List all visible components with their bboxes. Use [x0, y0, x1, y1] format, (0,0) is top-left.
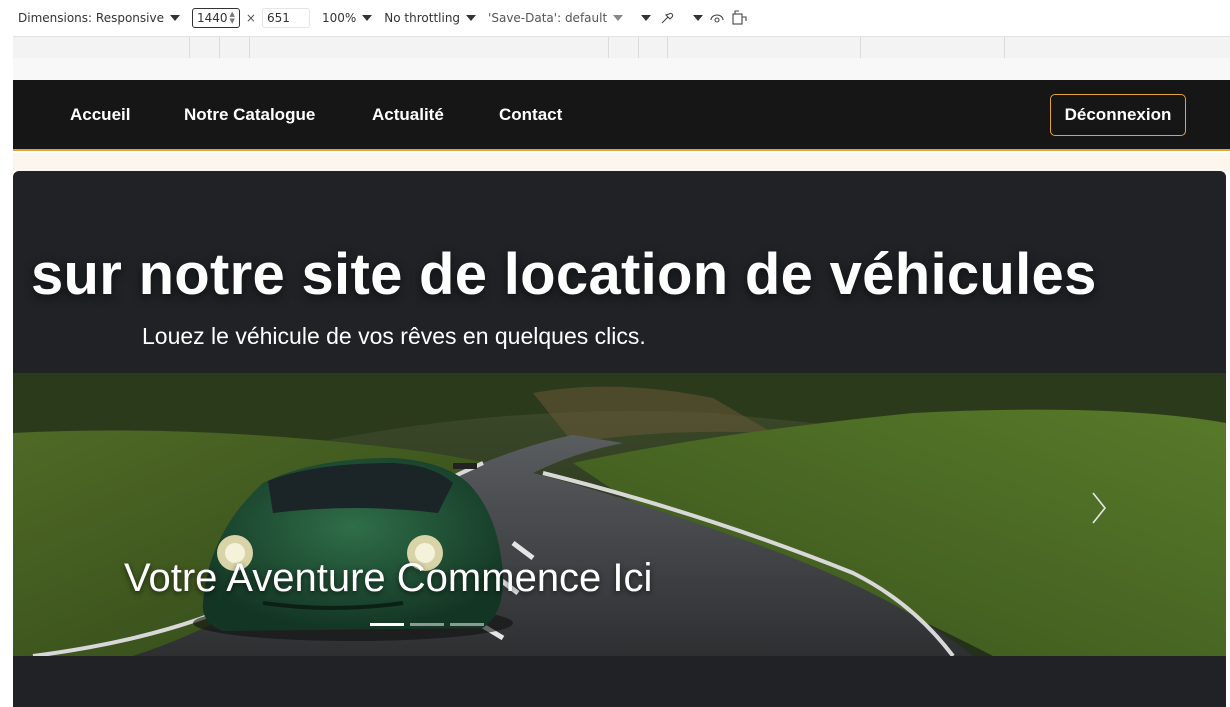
chevron-down-icon	[613, 15, 624, 21]
eyedropper-icon[interactable]	[659, 10, 675, 26]
more-options[interactable]	[687, 10, 749, 26]
height-input[interactable]: 651	[261, 8, 310, 28]
rotate-icon[interactable]	[709, 11, 725, 25]
zoom-dropdown[interactable]: 100%	[321, 11, 373, 25]
site-navbar: Accueil Notre Catalogue Actualité Contac…	[13, 80, 1230, 151]
carousel-caption: Votre Aventure Commence Ici	[124, 556, 653, 600]
navbar-shadow-strip	[13, 153, 1230, 171]
device-frame-icon[interactable]	[731, 10, 749, 26]
chevron-down-icon	[641, 15, 652, 21]
nav-link-actualite[interactable]: Actualité	[372, 105, 444, 125]
carousel-indicator-1[interactable]	[370, 623, 404, 626]
dimensions-label: Dimensions: Responsive	[18, 11, 164, 25]
stepper-icon[interactable]: ▲ ▼	[230, 11, 235, 25]
throttling-label: No throttling	[384, 11, 461, 25]
times-sign: ×	[245, 11, 256, 25]
viewport-top-gap	[13, 58, 1230, 80]
hero-title: sur notre site de location de véhicules	[31, 242, 1097, 307]
devtools-device-toolbar: Dimensions: Responsive 1440 ▲ ▼ × 651 100…	[0, 0, 1230, 36]
logout-button[interactable]: Déconnexion	[1050, 94, 1186, 136]
nav-link-accueil[interactable]: Accueil	[70, 105, 130, 125]
nav-link-catalogue[interactable]: Notre Catalogue	[184, 105, 315, 125]
chevron-right-icon	[1092, 492, 1107, 524]
carousel-slide-image	[13, 373, 1226, 656]
carousel-indicators	[370, 623, 484, 626]
hero-section: sur notre site de location de véhicules …	[13, 171, 1226, 707]
chevron-down-icon	[362, 15, 373, 21]
user-agent-dropdown[interactable]	[635, 10, 675, 26]
width-value: 1440	[196, 11, 228, 25]
chevron-down-icon	[169, 15, 180, 21]
carousel-indicator-3[interactable]	[450, 623, 484, 626]
save-data-dropdown[interactable]: 'Save-Data': default	[488, 11, 624, 25]
width-input[interactable]: 1440 ▲ ▼	[191, 8, 240, 28]
carousel-indicator-2[interactable]	[410, 623, 444, 626]
media-query-ruler[interactable]	[13, 36, 1230, 59]
chevron-down-icon	[466, 15, 477, 21]
nav-link-contact[interactable]: Contact	[499, 105, 562, 125]
chevron-down-icon	[693, 15, 704, 21]
throttling-dropdown[interactable]: No throttling	[384, 11, 477, 25]
hero-subtitle: Louez le véhicule de vos rêves en quelqu…	[142, 323, 646, 349]
dimensions-dropdown[interactable]: Dimensions: Responsive	[18, 11, 180, 25]
zoom-label: 100%	[321, 11, 357, 25]
height-value: 651	[266, 11, 290, 25]
carousel-next-button[interactable]	[1090, 491, 1120, 541]
save-data-label: 'Save-Data': default	[488, 11, 608, 25]
hero-carousel: Votre Aventure Commence Ici	[13, 373, 1226, 656]
